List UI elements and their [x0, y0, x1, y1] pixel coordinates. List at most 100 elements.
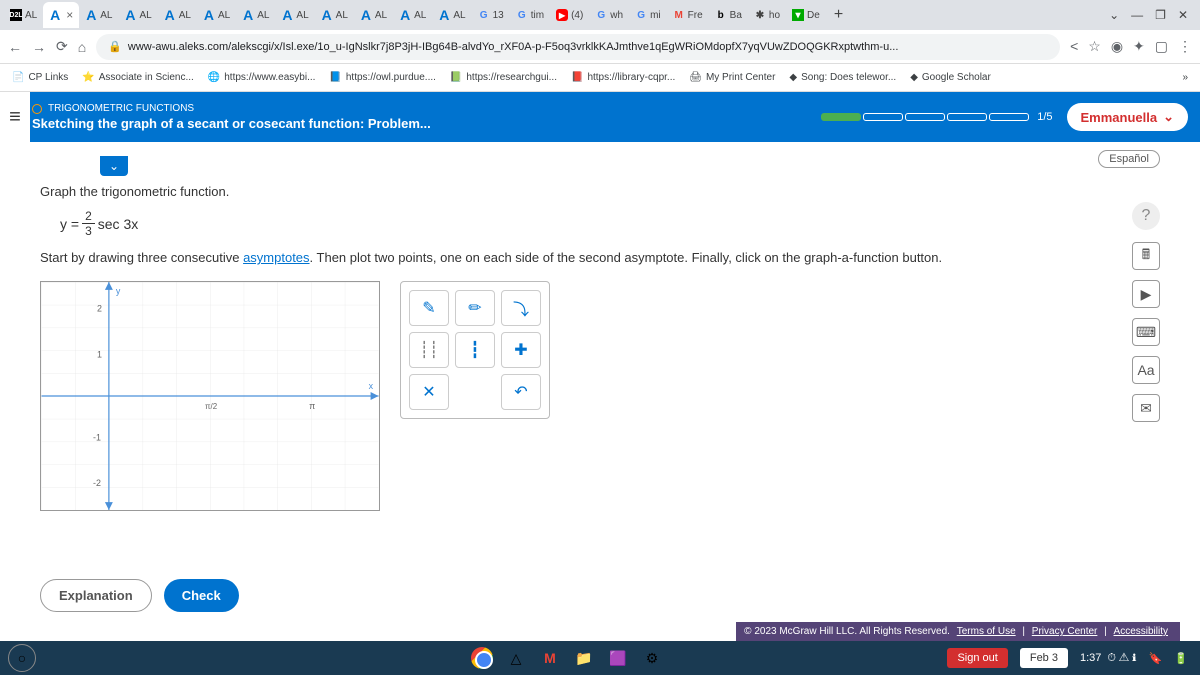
tab[interactable]: D2LAL: [4, 2, 43, 28]
svg-text:1: 1: [97, 349, 102, 359]
bookmark[interactable]: 📗 https://researchgui...: [450, 72, 557, 83]
bookmark[interactable]: ◆ Song: Does telewor...: [789, 72, 896, 83]
start-button[interactable]: ○: [8, 644, 36, 672]
asymptotes-link[interactable]: asymptotes: [243, 250, 309, 265]
bookmark-icon[interactable]: 🔖: [1149, 652, 1163, 665]
pen-tool[interactable]: ✏: [455, 290, 495, 326]
address-bar: ← → ⟳ ⌂ 🔒 www-awu.aleks.com/alekscgi/x/I…: [0, 30, 1200, 64]
undo-tool[interactable]: ↶: [501, 374, 541, 410]
tab[interactable]: AAL: [354, 2, 393, 28]
svg-text:-2: -2: [93, 478, 101, 488]
calculator-icon[interactable]: 🖩: [1132, 242, 1160, 270]
clear-tool[interactable]: ✕: [409, 374, 449, 410]
tab[interactable]: MFre: [667, 2, 709, 28]
eraser-tool[interactable]: ✎: [409, 290, 449, 326]
tab-active[interactable]: A×: [43, 2, 79, 28]
back-icon[interactable]: ←: [8, 39, 22, 55]
bookmark[interactable]: 📄 CP Links: [12, 72, 68, 83]
tab[interactable]: Gmi: [629, 2, 667, 28]
bookmark[interactable]: 📘 https://owl.purdue....: [329, 72, 436, 83]
signout-button[interactable]: Sign out: [947, 648, 1007, 668]
url-input[interactable]: 🔒 www-awu.aleks.com/alekscgi/x/Isl.exe/1…: [96, 34, 1060, 60]
equation: y = 23 sec 3x: [60, 209, 1160, 238]
explanation-button[interactable]: Explanation: [40, 579, 152, 612]
close-icon[interactable]: ×: [66, 8, 73, 22]
problem-content: Español ⌄ Graph the trigonometric functi…: [0, 142, 1200, 632]
reload-icon[interactable]: ⟳: [56, 38, 68, 55]
tab[interactable]: AAL: [315, 2, 354, 28]
terms-link[interactable]: Terms of Use: [957, 626, 1016, 637]
tab[interactable]: AAL: [275, 2, 314, 28]
accessibility-link[interactable]: Accessibility: [1114, 626, 1168, 637]
restore-icon[interactable]: ❐: [1155, 8, 1166, 22]
app-icon[interactable]: 🟪: [604, 644, 632, 672]
chevron-down-icon[interactable]: ⌄: [1109, 8, 1119, 22]
svg-text:x: x: [369, 381, 374, 391]
dashed-line-tool[interactable]: ┊┊: [409, 332, 449, 368]
instruction-text: Graph the trigonometric function.: [40, 184, 1160, 199]
user-menu[interactable]: Emmanuella ⌄: [1067, 103, 1189, 131]
date-display: Feb 3: [1020, 648, 1068, 668]
expand-button[interactable]: ⌄: [100, 156, 128, 176]
tab[interactable]: AAL: [118, 2, 157, 28]
tab[interactable]: ▶(4): [550, 2, 589, 28]
url-text: www-awu.aleks.com/alekscgi/x/Isl.exe/1o_…: [128, 41, 898, 53]
bookmarks-overflow-icon[interactable]: »: [1182, 72, 1188, 83]
time-display: 1:37 ⏱ ⚠ ℹ: [1080, 652, 1137, 665]
extension-icon[interactable]: ◉: [1111, 38, 1123, 55]
tab[interactable]: ✱ho: [748, 2, 786, 28]
tab[interactable]: AAL: [236, 2, 275, 28]
curve-tool[interactable]: ⤵: [501, 290, 541, 326]
minimize-icon[interactable]: —: [1131, 8, 1143, 22]
asymptote-tool[interactable]: ┇: [455, 332, 495, 368]
star-icon[interactable]: ☆: [1088, 38, 1101, 55]
tab[interactable]: Gwh: [589, 2, 629, 28]
menu-button[interactable]: ≡: [0, 92, 30, 142]
drive-icon[interactable]: △: [502, 644, 530, 672]
tab[interactable]: AAL: [197, 2, 236, 28]
tab[interactable]: AAL: [393, 2, 432, 28]
bookmark[interactable]: 🖨 My Print Center: [689, 72, 775, 83]
forward-icon[interactable]: →: [32, 39, 46, 55]
language-toggle[interactable]: Español: [1098, 150, 1160, 168]
tab[interactable]: G13: [472, 2, 510, 28]
svg-text:2: 2: [97, 304, 102, 314]
copyright-footer: © 2023 McGraw Hill LLC. All Rights Reser…: [736, 622, 1180, 641]
tab[interactable]: ▾De: [786, 2, 826, 28]
tab[interactable]: AAL: [79, 2, 118, 28]
play-icon[interactable]: ▶: [1132, 280, 1160, 308]
share-icon[interactable]: <: [1070, 38, 1078, 55]
bookmark[interactable]: 📕 https://library-cqpr...: [571, 72, 675, 83]
drawing-toolbar: ✎ ✏ ⤵ ┊┊ ┇ ✚ ✕ ↶: [400, 281, 550, 419]
files-icon[interactable]: 📁: [570, 644, 598, 672]
privacy-link[interactable]: Privacy Center: [1032, 626, 1098, 637]
bookmark[interactable]: ⭐ Associate in Scienc...: [82, 72, 194, 83]
progress-segment: [989, 113, 1029, 121]
tab[interactable]: Gtim: [510, 2, 550, 28]
bookmark[interactable]: 🌐 https://www.easybi...: [208, 72, 316, 83]
chrome-icon[interactable]: [468, 644, 496, 672]
progress-count: 1/5: [1037, 111, 1052, 123]
new-tab-button[interactable]: +: [826, 6, 851, 24]
keyboard-icon[interactable]: ⌨: [1132, 318, 1160, 346]
help-button[interactable]: ?: [1132, 202, 1160, 230]
check-button[interactable]: Check: [164, 579, 239, 612]
home-icon[interactable]: ⌂: [78, 39, 86, 55]
tab[interactable]: AAL: [432, 2, 471, 28]
tab[interactable]: AAL: [158, 2, 197, 28]
progress-segment: [863, 113, 903, 121]
puzzle-icon[interactable]: ✦: [1133, 38, 1145, 55]
gmail-icon[interactable]: M: [536, 644, 564, 672]
menu-icon[interactable]: ⋮: [1178, 38, 1192, 55]
graph-canvas[interactable]: y x 2 1 -1 -2 π/2 π: [40, 281, 380, 511]
bookmark[interactable]: ◆ Google Scholar: [910, 72, 991, 83]
account-icon[interactable]: ▢: [1155, 38, 1168, 55]
mail-icon[interactable]: ✉: [1132, 394, 1160, 422]
font-icon[interactable]: Aa: [1132, 356, 1160, 384]
app-header: ≡ TRIGONOMETRIC FUNCTIONS Sketching the …: [0, 92, 1200, 142]
settings-icon[interactable]: ⚙: [638, 644, 666, 672]
close-window-icon[interactable]: ✕: [1178, 8, 1188, 22]
point-tool[interactable]: ✚: [501, 332, 541, 368]
svg-text:π: π: [309, 401, 315, 411]
tab[interactable]: bBa: [709, 2, 748, 28]
